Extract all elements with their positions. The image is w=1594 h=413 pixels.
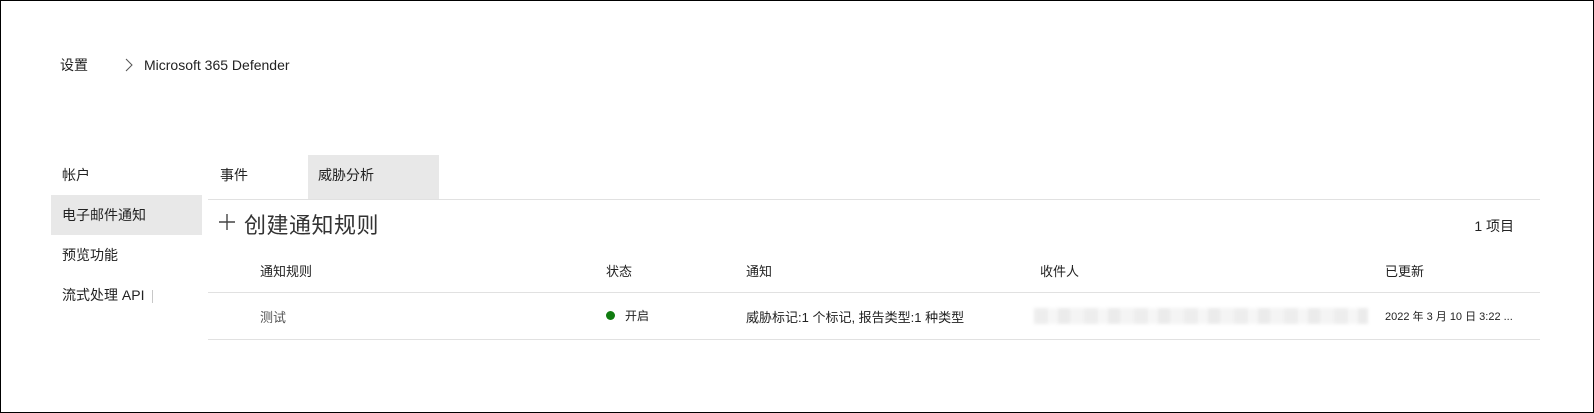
tab-incidents[interactable]: 事件	[208, 155, 302, 199]
plus-icon	[218, 213, 244, 236]
sidebar-item-account[interactable]: 帐户	[51, 155, 202, 195]
breadcrumb: 设置 Microsoft 365 Defender	[60, 55, 290, 75]
settings-sidebar: 帐户 电子邮件通知 预览功能 流式处理 API	[51, 155, 202, 315]
create-rule-label: 创建通知规则	[244, 213, 380, 238]
status-text: 开启	[625, 309, 650, 323]
status-on-icon	[606, 311, 615, 320]
rule-name[interactable]: 测试	[260, 307, 286, 326]
breadcrumb-item-defender: Microsoft 365 Defender	[144, 57, 290, 73]
tab-threat-analytics[interactable]: 威胁分析	[308, 155, 439, 199]
create-rule-button[interactable]: 创建通知规则	[218, 208, 379, 240]
column-header-updated[interactable]: 已更新	[1385, 261, 1424, 280]
sidebar-item-preview-features[interactable]: 预览功能	[51, 235, 202, 275]
updated-timestamp: 2022 年 3 月 10 日 3:22 ...	[1385, 311, 1513, 323]
sidebar-item-streaming-api[interactable]: 流式处理 API	[51, 275, 202, 315]
breadcrumb-item-settings[interactable]: 设置	[60, 55, 88, 75]
table-row[interactable]: 测试 开启 威胁标记:1 个标记, 报告类型:1 种类型 2022 年 3 月 …	[208, 293, 1540, 340]
recipients-redacted	[1034, 308, 1368, 324]
notification-tabs: 事件 威胁分析	[208, 155, 1540, 200]
sidebar-item-label: 流式处理 API	[62, 287, 145, 303]
notification-rules-table: 通知规则 状态 通知 收件人 已更新 测试 开启 威胁标记:1 个标记, 报告类…	[208, 252, 1540, 340]
chevron-right-icon	[124, 58, 134, 72]
notification-summary: 威胁标记:1 个标记, 报告类型:1 种类型	[746, 310, 965, 325]
column-header-status[interactable]: 状态	[606, 261, 632, 280]
item-count: 1 项目	[1474, 218, 1514, 234]
sidebar-item-label: 预览功能	[62, 247, 118, 263]
sidebar-item-label: 电子邮件通知	[62, 207, 146, 223]
column-header-notification[interactable]: 通知	[746, 261, 772, 280]
sidebar-item-label: 帐户	[62, 167, 90, 183]
table-header: 通知规则 状态 通知 收件人 已更新	[208, 252, 1540, 293]
status-cell: 开启	[606, 307, 649, 324]
sidebar-item-email-notifications[interactable]: 电子邮件通知	[51, 195, 202, 235]
column-header-rule[interactable]: 通知规则	[260, 261, 312, 280]
column-header-recipients[interactable]: 收件人	[1040, 261, 1079, 280]
divider	[152, 289, 154, 303]
